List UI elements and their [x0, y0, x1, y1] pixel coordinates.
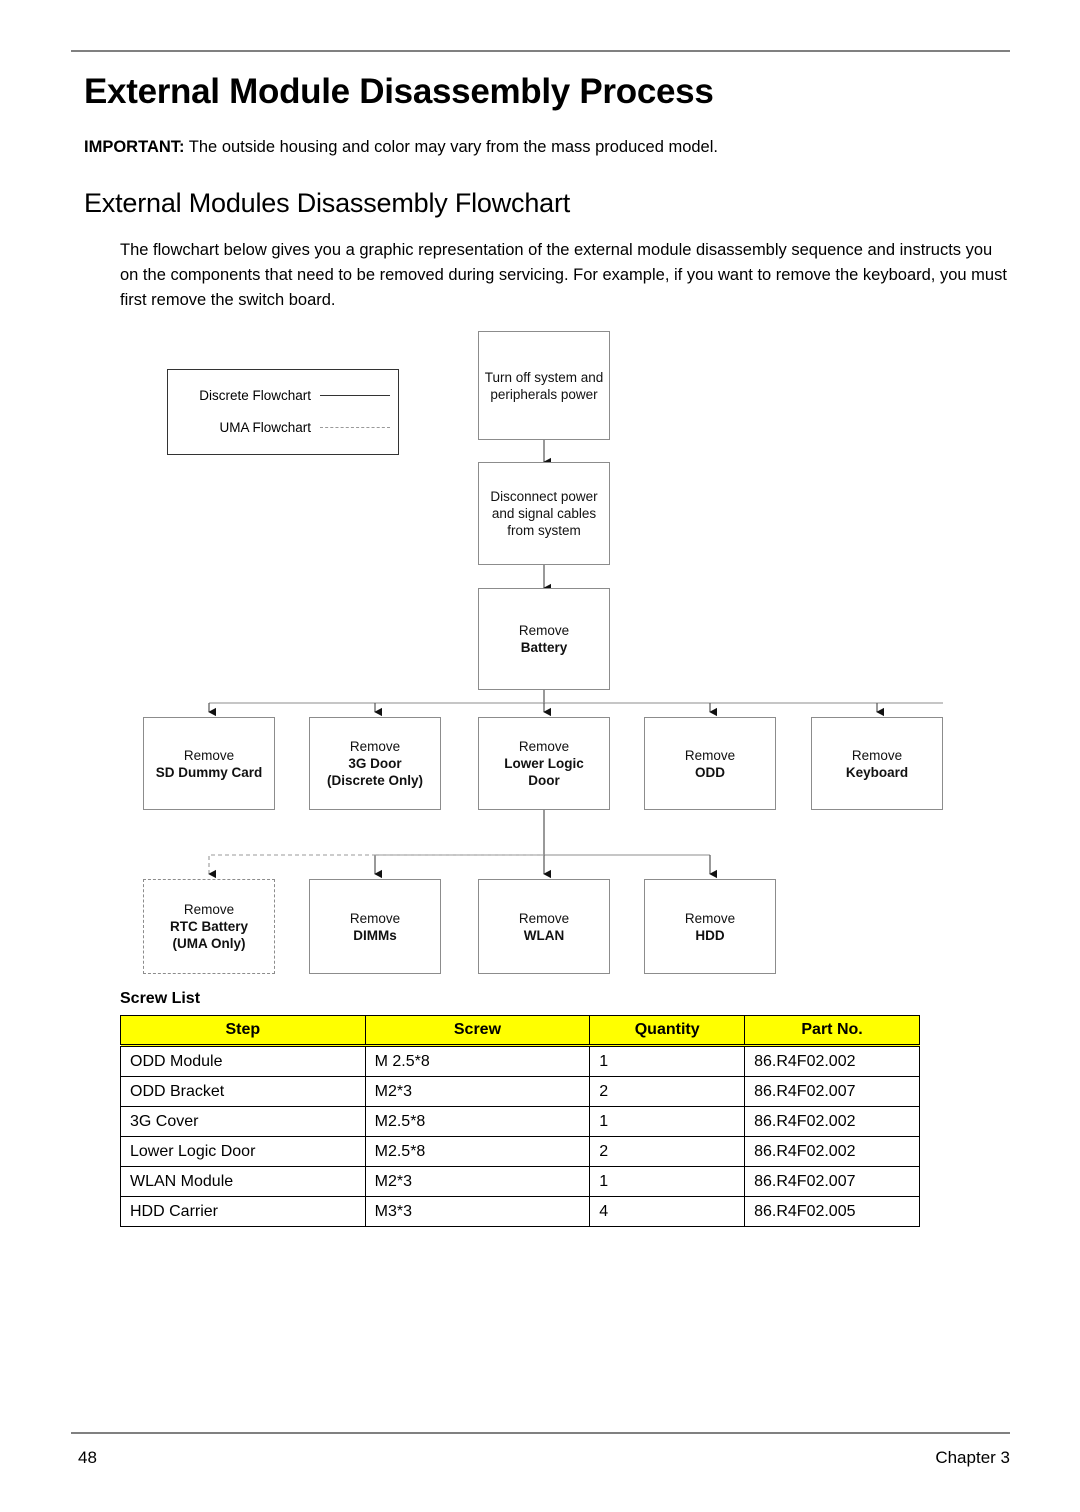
- column-header-quantity: Quantity: [589, 1015, 746, 1047]
- flow-box-line2: SD Dummy Card: [155, 764, 263, 780]
- intro-paragraph: The flowchart below gives you a graphic …: [120, 241, 1007, 309]
- footer-chapter: Chapter 3: [935, 1448, 1010, 1467]
- legend-dashed-line-sample: [320, 427, 390, 428]
- footer-rule: [71, 1432, 1010, 1434]
- flow-box-line1: Remove: [183, 902, 235, 917]
- important-text: The outside housing and color may vary f…: [184, 138, 718, 156]
- table-row: 3G Cover M2.5*8 1 86.R4F02.002: [120, 1106, 920, 1137]
- flow-box-line1: Remove: [349, 910, 401, 926]
- flow-box-line2: Lower Logic: [504, 756, 584, 771]
- cell-step: Lower Logic Door: [120, 1136, 366, 1167]
- flow-box-line3: (UMA Only): [172, 936, 246, 951]
- header-rule: [71, 50, 1010, 52]
- screw-list-heading: Screw List: [120, 990, 201, 1007]
- cell-part-no: 86.R4F02.002: [744, 1136, 920, 1167]
- cell-part-no: 86.R4F02.002: [744, 1045, 920, 1077]
- flow-box-line1: Remove: [518, 910, 570, 926]
- flow-box-remove-odd: Remove ODD: [644, 717, 776, 810]
- flow-box-remove-lower-logic-door: Remove Lower Logic Door: [478, 717, 610, 810]
- flow-box-line2: 3G Door: [348, 756, 402, 771]
- cell-step: WLAN Module: [120, 1166, 366, 1197]
- flow-box-remove-sd-dummy-card: Remove SD Dummy Card: [143, 717, 275, 810]
- cell-screw: M2.5*8: [364, 1136, 591, 1167]
- cell-step: HDD Carrier: [120, 1196, 366, 1227]
- legend-row-discrete: Discrete Flowchart: [168, 388, 400, 403]
- flow-box-remove-wlan: Remove WLAN: [478, 879, 610, 974]
- flow-box-line1: Remove: [684, 910, 736, 926]
- flow-box-line3: Door: [528, 773, 560, 788]
- flowchart-legend: Discrete Flowchart UMA Flowchart: [167, 369, 399, 455]
- cell-part-no: 86.R4F02.005: [744, 1196, 920, 1227]
- table-row: WLAN Module M2*3 1 86.R4F02.007: [120, 1166, 920, 1197]
- flow-box-line2: ODD: [695, 764, 725, 780]
- flow-box-line1: Remove: [518, 623, 570, 638]
- flow-box-line2: RTC Battery: [169, 919, 248, 934]
- flow-box-line2: HDD: [695, 927, 725, 943]
- page-title: External Module Disassembly Process: [84, 72, 714, 111]
- table-row: Lower Logic Door M2.5*8 2 86.R4F02.002: [120, 1136, 920, 1167]
- table-row: ODD Bracket M2*3 2 86.R4F02.007: [120, 1076, 920, 1107]
- table-row: HDD Carrier M3*3 4 86.R4F02.005: [120, 1196, 920, 1227]
- flow-box-line2: and signal cables: [491, 506, 597, 521]
- flow-box-line2: peripherals power: [490, 386, 598, 402]
- cell-screw: M 2.5*8: [364, 1045, 591, 1077]
- cell-step: ODD Module: [120, 1045, 366, 1077]
- flow-box-line1: Disconnect power: [490, 489, 598, 504]
- cell-quantity: 2: [589, 1076, 746, 1107]
- cell-quantity: 1: [589, 1106, 746, 1137]
- cell-part-no: 86.R4F02.007: [744, 1166, 920, 1197]
- flow-box-remove-rtc-battery: Remove RTC Battery (UMA Only): [143, 879, 275, 974]
- cell-quantity: 2: [589, 1136, 746, 1167]
- table-row: ODD Module M 2.5*8 1 86.R4F02.002: [120, 1045, 920, 1077]
- cell-screw: M2.5*8: [364, 1106, 591, 1137]
- flow-box-line1: Remove: [684, 747, 736, 763]
- flow-box-line1: Remove: [851, 747, 903, 763]
- important-label: IMPORTANT:: [84, 138, 185, 156]
- flow-box-line2: WLAN: [523, 927, 565, 943]
- cell-quantity: 4: [589, 1196, 746, 1227]
- cell-part-no: 86.R4F02.002: [744, 1106, 920, 1137]
- flow-box-remove-battery: Remove Battery: [478, 588, 610, 690]
- flow-box-line1: Remove: [349, 739, 401, 754]
- table-body: ODD Module M 2.5*8 1 86.R4F02.002 ODD Br…: [120, 1045, 920, 1227]
- flow-box-line2: Keyboard: [845, 764, 909, 780]
- cell-quantity: 1: [589, 1166, 746, 1197]
- column-header-part-no: Part No.: [744, 1015, 920, 1047]
- flow-box-line2: DIMMs: [353, 927, 397, 943]
- flow-box-remove-3g-door: Remove 3G Door (Discrete Only): [309, 717, 441, 810]
- cell-screw: M2*3: [364, 1076, 591, 1107]
- legend-solid-line-sample: [320, 395, 390, 396]
- screw-list-table: Step Screw Quantity Part No. ODD Module …: [120, 1015, 920, 1227]
- flow-box-line3: from system: [507, 523, 581, 538]
- cell-step: ODD Bracket: [120, 1076, 366, 1107]
- flow-box-line1: Remove: [518, 739, 570, 754]
- legend-discrete-label: Discrete Flowchart: [199, 388, 311, 403]
- flow-box-disconnect-cables: Disconnect power and signal cables from …: [478, 462, 610, 565]
- cell-step: 3G Cover: [120, 1106, 366, 1137]
- flow-box-line3: (Discrete Only): [326, 773, 424, 788]
- cell-quantity: 1: [589, 1045, 746, 1077]
- footer-page-number: 48: [78, 1448, 97, 1467]
- column-header-step: Step: [120, 1015, 366, 1047]
- legend-uma-label: UMA Flowchart: [219, 420, 311, 435]
- flow-box-line1: Remove: [183, 747, 235, 763]
- important-note: IMPORTANT: The outside housing and color…: [84, 138, 718, 157]
- flow-box-remove-hdd: Remove HDD: [644, 879, 776, 974]
- flow-box-turn-off-system: Turn off system and peripherals power: [478, 331, 610, 440]
- cell-part-no: 86.R4F02.007: [744, 1076, 920, 1107]
- flow-box-remove-dimms: Remove DIMMs: [309, 879, 441, 974]
- cell-screw: M2*3: [364, 1166, 591, 1197]
- flow-box-line2: Battery: [520, 640, 568, 655]
- flow-box-remove-keyboard: Remove Keyboard: [811, 717, 943, 810]
- legend-row-uma: UMA Flowchart: [168, 420, 400, 435]
- table-header-row: Step Screw Quantity Part No.: [120, 1015, 920, 1047]
- section-title: External Modules Disassembly Flowchart: [84, 188, 571, 218]
- cell-screw: M3*3: [364, 1196, 591, 1227]
- flow-box-line1: Turn off system and: [484, 369, 604, 385]
- column-header-screw: Screw: [364, 1015, 591, 1047]
